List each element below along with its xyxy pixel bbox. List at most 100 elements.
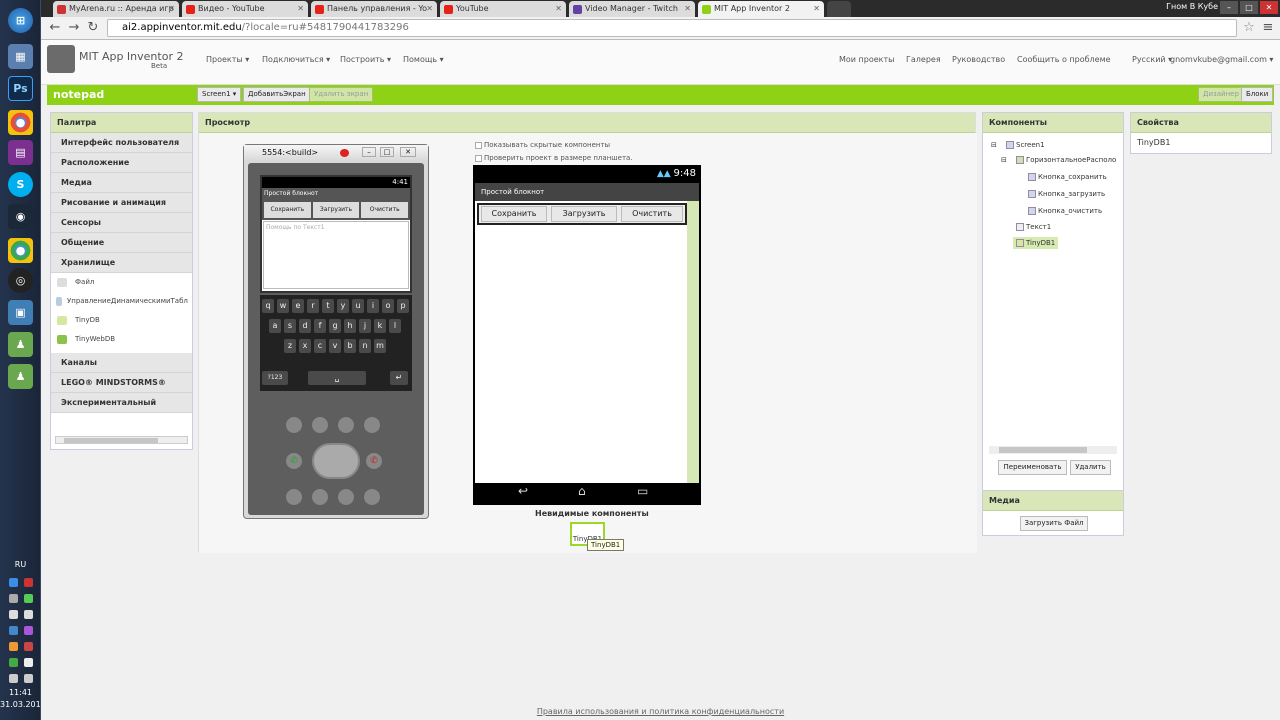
tree-item-button[interactable]: Кнопка_очистить: [1028, 207, 1102, 215]
emu-call-icon[interactable]: ✆: [286, 453, 302, 469]
app-window-icon[interactable]: ▣: [8, 300, 33, 325]
tablet-preview-checkbox[interactable]: Проверить проект в размере планшета.: [475, 154, 633, 162]
clock-time[interactable]: 11:41: [0, 688, 41, 697]
address-bar[interactable]: ai2.appinventor.mit.edu/?locale=ru#54817…: [107, 19, 1237, 37]
key-enter[interactable]: ↵: [390, 371, 408, 385]
load-button[interactable]: Загрузить: [551, 206, 617, 222]
key-symbols[interactable]: ?123: [262, 371, 288, 385]
palette-category[interactable]: Каналы: [51, 353, 192, 373]
minimize-icon[interactable]: –: [362, 147, 376, 157]
emu-camera-icon[interactable]: [286, 417, 302, 433]
tray-icon[interactable]: [9, 610, 18, 619]
key-c[interactable]: c: [314, 339, 326, 353]
emu-back-icon[interactable]: [338, 489, 354, 505]
palette-item-tinywebdb[interactable]: TinyWebDB: [51, 330, 192, 349]
tray-icon[interactable]: [9, 594, 18, 603]
link-guide[interactable]: Руководство: [952, 55, 1005, 64]
key-q[interactable]: q: [262, 299, 274, 313]
screen-select[interactable]: Screen1 ▾: [197, 87, 242, 102]
chrome-menu-icon[interactable]: ≡: [1260, 20, 1276, 36]
key-e[interactable]: e: [292, 299, 304, 313]
close-tab-icon[interactable]: ✕: [684, 1, 691, 17]
delete-button[interactable]: Удалить: [1070, 460, 1111, 475]
skype-icon[interactable]: S: [8, 172, 33, 197]
palette-category[interactable]: Медиа: [51, 173, 192, 193]
key-v[interactable]: v: [329, 339, 341, 353]
tree-item-tinydb-selected[interactable]: TinyDB1: [1013, 237, 1059, 249]
key-o[interactable]: o: [382, 299, 394, 313]
browser-tab[interactable]: Видео - YouTube ✕: [182, 1, 308, 17]
upload-file-button[interactable]: Загрузить Файл: [1020, 516, 1088, 531]
nav-home-icon[interactable]: ⌂: [578, 484, 586, 498]
key-l[interactable]: l: [389, 319, 401, 333]
emu-volume-up-icon[interactable]: [338, 417, 354, 433]
close-tab-icon[interactable]: ✕: [426, 1, 433, 17]
key-h[interactable]: h: [344, 319, 356, 333]
palette-category-storage[interactable]: Хранилище: [51, 253, 192, 273]
device-screen-body[interactable]: Сохранить Загрузить Очистить: [475, 201, 699, 483]
tray-icon[interactable]: [9, 658, 18, 667]
tray-icon[interactable]: [24, 578, 33, 587]
palette-category[interactable]: Расположение: [51, 153, 192, 173]
palette-category[interactable]: Рисование и анимация: [51, 193, 192, 213]
remove-screen-button[interactable]: Удалить экран: [309, 87, 374, 102]
app-title[interactable]: MIT App Inventor 2: [79, 50, 183, 63]
tray-icon[interactable]: [24, 610, 33, 619]
designer-button[interactable]: Дизайнер: [1198, 87, 1244, 102]
clock-date[interactable]: 31.03.2016: [0, 700, 46, 709]
back-arrow-icon[interactable]: ←: [47, 20, 63, 36]
forward-arrow-icon[interactable]: →: [66, 20, 82, 36]
new-tab-button[interactable]: [827, 1, 851, 17]
browser-tab[interactable]: MyArena.ru :: Аренда игр ✕: [53, 1, 179, 17]
key-z[interactable]: z: [284, 339, 296, 353]
emu-volume-down-icon[interactable]: [312, 417, 328, 433]
link-report-issue[interactable]: Сообщить о проблеме: [1017, 55, 1111, 64]
obs-icon[interactable]: ◎: [8, 268, 33, 293]
volume-icon[interactable]: [24, 674, 33, 683]
key-g[interactable]: g: [329, 319, 341, 333]
maximize-icon[interactable]: □: [1240, 1, 1258, 14]
reload-icon[interactable]: ↻: [85, 20, 101, 36]
footer-link[interactable]: Правила использования и политика конфиде…: [41, 703, 1280, 720]
chrome-icon-2[interactable]: ●: [8, 238, 33, 263]
key-u[interactable]: u: [352, 299, 364, 313]
tree-item-screen1[interactable]: Screen1: [1006, 141, 1045, 149]
maximize-icon[interactable]: □: [380, 147, 394, 157]
key-f[interactable]: f: [314, 319, 326, 333]
chrome-icon[interactable]: ●: [8, 110, 33, 135]
tray-icon[interactable]: [24, 594, 33, 603]
steam-icon[interactable]: ◉: [8, 204, 33, 229]
key-space[interactable]: ␣: [308, 371, 366, 385]
browser-tab[interactable]: YouTube ✕: [440, 1, 566, 17]
tree-item-horizontal[interactable]: ГоризонтальноеРасполо: [1016, 156, 1116, 164]
key-n[interactable]: n: [359, 339, 371, 353]
rename-button[interactable]: Переименовать: [998, 460, 1067, 475]
key-r[interactable]: r: [307, 299, 319, 313]
tree-item-button[interactable]: Кнопка_сохранить: [1028, 173, 1107, 181]
close-tab-icon[interactable]: ✕: [168, 1, 175, 17]
nav-back-icon[interactable]: ↩: [518, 484, 528, 498]
key-x[interactable]: x: [299, 339, 311, 353]
key-w[interactable]: w: [277, 299, 289, 313]
close-tab-icon[interactable]: ✕: [813, 1, 820, 17]
flag-icon[interactable]: [24, 658, 33, 667]
key-p[interactable]: p: [397, 299, 409, 313]
tray-icon[interactable]: [24, 642, 33, 651]
key-k[interactable]: k: [374, 319, 386, 333]
close-tab-icon[interactable]: ✕: [555, 1, 562, 17]
palette-category[interactable]: Сенсоры: [51, 213, 192, 233]
key-y[interactable]: y: [337, 299, 349, 313]
clear-button[interactable]: Очистить: [621, 206, 683, 222]
palette-item-fusiontables[interactable]: УправлениеДинамическимиТабл: [51, 292, 192, 311]
key-a[interactable]: a: [269, 319, 281, 333]
android-icon-2[interactable]: ♟: [8, 364, 33, 389]
emu-dpad[interactable]: [312, 443, 360, 479]
account-menu[interactable]: gnomvkube@gmail.com ▾: [1170, 55, 1273, 64]
browser-tab[interactable]: Панель управления - Yo ✕: [311, 1, 437, 17]
browser-tab-active[interactable]: MIT App Inventor 2 ✕: [698, 1, 824, 17]
nav-recent-icon[interactable]: ▭: [637, 484, 648, 498]
close-icon[interactable]: ✕: [400, 147, 416, 157]
emu-home-icon[interactable]: [286, 489, 302, 505]
emu-end-call-icon[interactable]: ✆: [366, 453, 382, 469]
emu-search-icon[interactable]: [364, 489, 380, 505]
